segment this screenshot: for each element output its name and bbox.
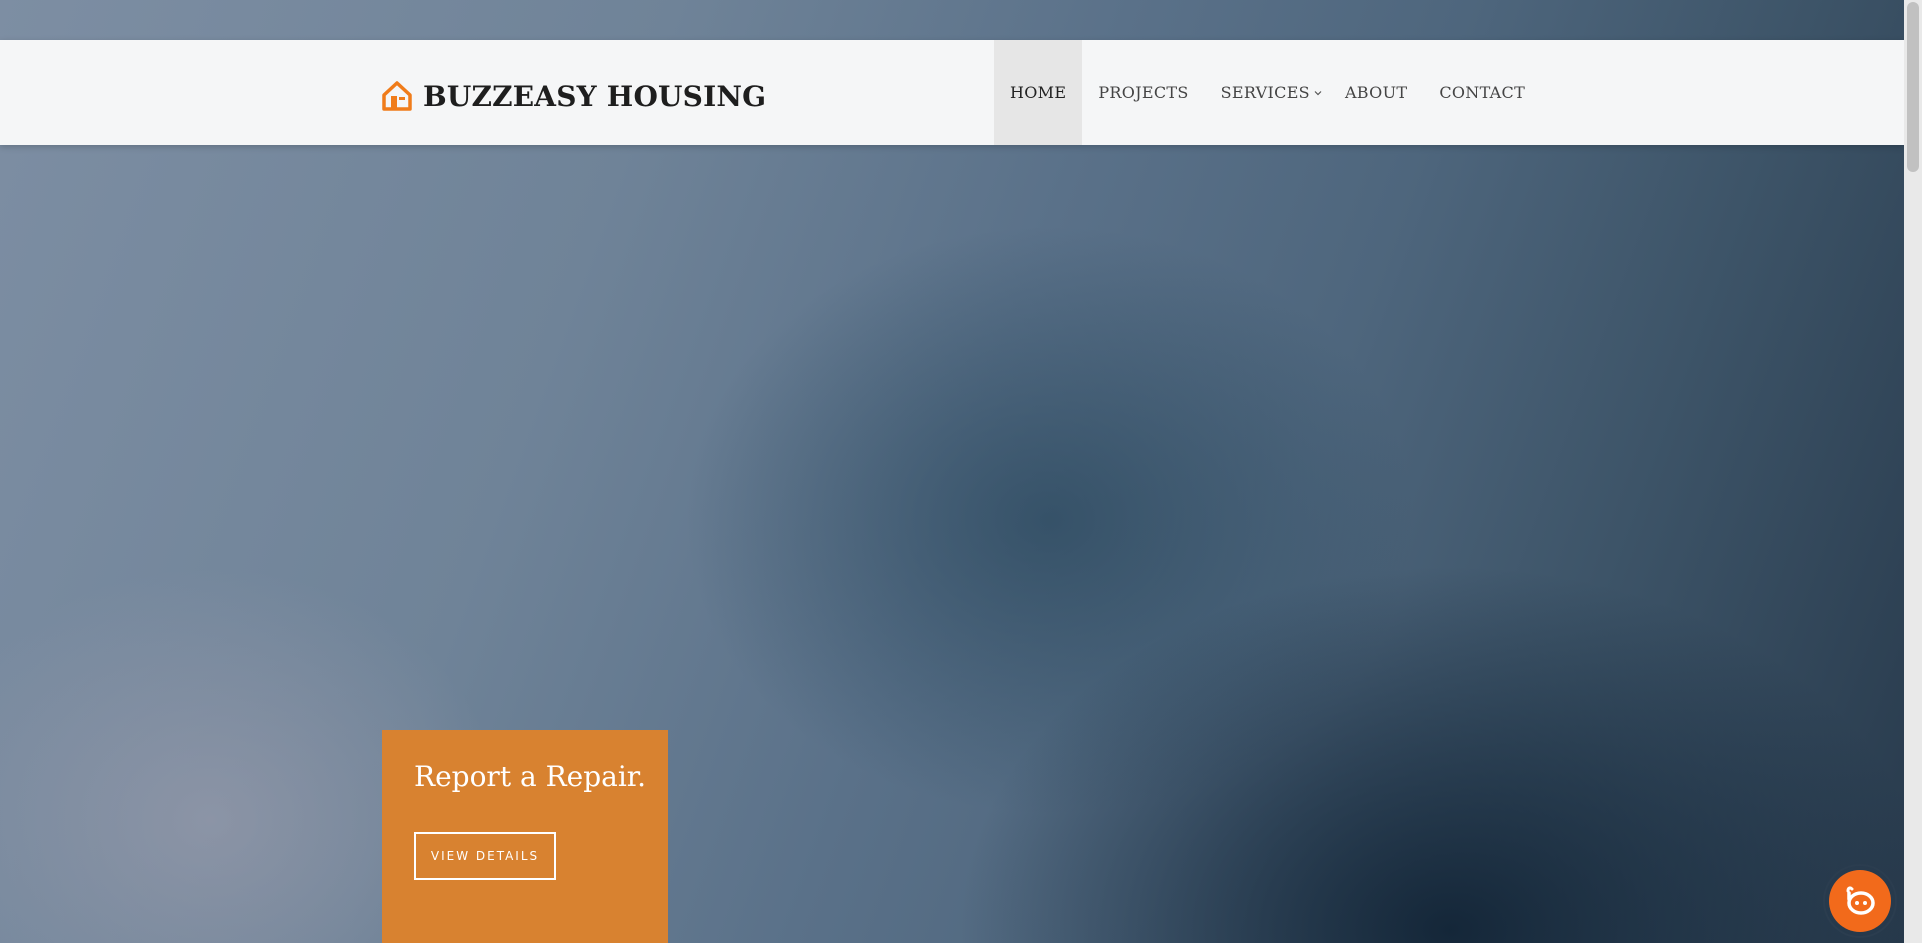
chat-widget-badge — [1829, 870, 1891, 932]
nav-item-label: ABOUT — [1344, 83, 1408, 102]
nav-item-label: SERVICES — [1220, 83, 1310, 102]
chat-widget-button[interactable] — [1823, 864, 1897, 938]
scrollbar-thumb[interactable] — [1907, 2, 1919, 172]
nav-item-projects[interactable]: PROJECTS — [1082, 40, 1204, 145]
report-repair-card: Report a Repair. VIEW DETAILS — [382, 730, 668, 943]
view-details-button[interactable]: VIEW DETAILS — [414, 832, 556, 880]
site-logo-text: BUZZEASY HOUSING — [423, 79, 767, 113]
nav-item-about[interactable]: ABOUT — [1339, 40, 1423, 145]
site-header: BUZZEASY HOUSING HOME PROJECTS SERVICES … — [0, 40, 1904, 145]
chevron-down-icon — [1314, 90, 1322, 95]
vertical-scrollbar[interactable] — [1904, 0, 1922, 943]
nav-item-home[interactable]: HOME — [994, 40, 1083, 145]
nav-item-label: CONTACT — [1439, 83, 1526, 102]
main-nav: HOME PROJECTS SERVICES ABOUT CONTACT — [994, 40, 1541, 145]
chat-bubble-icon — [1846, 886, 1875, 915]
site-logo[interactable]: BUZZEASY HOUSING — [381, 76, 766, 116]
nav-item-label: PROJECTS — [1098, 83, 1189, 102]
nav-item-contact[interactable]: CONTACT — [1423, 40, 1541, 145]
nav-item-label: HOME — [1010, 83, 1067, 102]
nav-item-services[interactable]: SERVICES — [1205, 40, 1339, 145]
house-icon — [382, 81, 412, 111]
report-repair-title: Report a Repair. — [414, 760, 646, 793]
page: BUZZEASY HOUSING HOME PROJECTS SERVICES … — [0, 0, 1922, 943]
